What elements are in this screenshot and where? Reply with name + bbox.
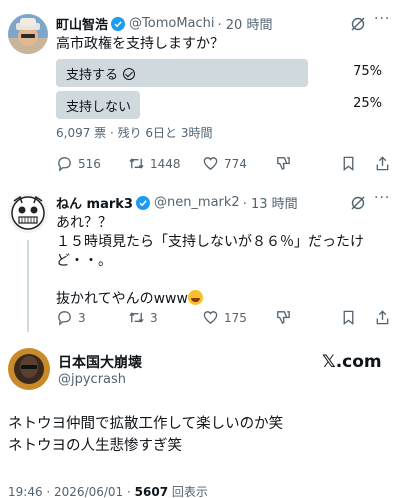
- reply-count: 3: [78, 310, 86, 325]
- action-bar: 3 3 175: [56, 309, 392, 329]
- laughing-emoji-icon: [187, 290, 203, 305]
- bookmark-icon: [343, 310, 354, 325]
- tweet-nen-mark2[interactable]: ねん mark3 @nen_mark2 · 13 時間 ··· あれ？？ １５時…: [0, 185, 400, 335]
- tweet-text-line: １５時頃見たら「支持しないが８６％」だったけ: [56, 234, 364, 250]
- tweet-text-line: ど・・。: [56, 253, 112, 269]
- verified-badge-icon: [135, 195, 150, 210]
- repost-count: 1448: [150, 156, 181, 171]
- poll-option-support: 支持する 75%: [56, 59, 386, 87]
- more-options-icon[interactable]: ···: [374, 11, 390, 27]
- share-icon: [376, 310, 389, 325]
- verified-badge-icon: [111, 16, 126, 31]
- tweet-text: 高市政権を支持しますか？: [56, 36, 224, 52]
- tweet-text-line: あれ？？: [56, 215, 112, 231]
- post-time[interactable]: · 13 時間: [243, 193, 298, 212]
- bookmark-button[interactable]: [340, 155, 362, 172]
- author-handle[interactable]: @nen_mark2: [154, 195, 240, 210]
- author-name[interactable]: 町山智浩: [56, 14, 108, 33]
- repost-icon: [129, 312, 144, 323]
- downvote-button[interactable]: [274, 309, 296, 326]
- tweet-text-line: [56, 271, 392, 290]
- reply-button[interactable]: 3: [56, 309, 86, 326]
- thumbs-down-icon: [277, 311, 290, 325]
- poll-option-label: 支持する: [66, 68, 119, 83]
- heart-icon: [203, 311, 218, 324]
- repost-button[interactable]: 1448: [128, 155, 181, 172]
- reply-count: 516: [78, 156, 101, 171]
- share-button[interactable]: [374, 309, 396, 326]
- poll-option-percent: 75%: [353, 64, 382, 79]
- action-bar: 516 1448 774: [56, 155, 392, 175]
- post-time[interactable]: · 20 時間: [218, 14, 273, 33]
- heart-icon: [203, 157, 218, 170]
- post-footer: 19:46 · 2026/06/01 · 5607 回表示: [8, 483, 208, 498]
- tweet-tomomachi[interactable]: 町山智浩 @TomoMachi · 20 時間 ··· 高市政権を支持しますか？…: [0, 0, 400, 185]
- quoted-post[interactable]: 日本国大崩壊 @jpycrash 𝕏.com ネトウヨ仲間で拡散工作して楽しいの…: [0, 340, 400, 498]
- tweet-text-line: 抜かれてやんのwww: [56, 290, 392, 309]
- author-handle[interactable]: @jpycrash: [58, 372, 126, 387]
- quote-text: ネトウヨ仲間で拡散工作して楽しいのか笑 ネトウヨの人生悲惨すぎ笑: [8, 413, 283, 457]
- grok-icon[interactable]: [350, 195, 366, 211]
- share-button[interactable]: [374, 155, 396, 172]
- post-timestamp: 19:46 · 2026/06/01 ·: [8, 485, 135, 498]
- poll-option-percent: 25%: [353, 96, 382, 111]
- repost-count: 3: [150, 310, 158, 325]
- like-count: 175: [224, 310, 247, 325]
- view-count-label: 回表示: [168, 485, 208, 498]
- author-name[interactable]: 日本国大崩壊: [58, 352, 142, 372]
- view-count: 5607: [134, 485, 169, 498]
- poll-option-label: 支持しない: [66, 100, 132, 115]
- grok-icon[interactable]: [350, 16, 366, 32]
- like-button[interactable]: 175: [202, 309, 247, 326]
- bookmark-icon: [343, 156, 354, 171]
- poll-option-oppose: 支持しない 25%: [56, 91, 386, 119]
- author-name[interactable]: ねん mark3: [56, 193, 133, 212]
- like-count: 774: [224, 156, 247, 171]
- reply-icon: [58, 157, 71, 172]
- avatar-tomomachi[interactable]: [8, 14, 48, 54]
- poll-meta: 6,097 票 · 残り 6日と 3時間: [56, 126, 213, 140]
- tweet-text: あれ？？ １５時頃見たら「支持しないが８６％」だったけ ど・・。 抜かれてやんの…: [56, 214, 392, 309]
- tweet-text-line: 抜かれてやんのwww: [56, 291, 188, 307]
- like-button[interactable]: 774: [202, 155, 247, 172]
- bookmark-button[interactable]: [340, 309, 362, 326]
- quote-text-line: ネトウヨの人生悲惨すぎ笑: [8, 438, 182, 454]
- downvote-button[interactable]: [274, 155, 296, 172]
- more-options-icon[interactable]: ···: [374, 190, 390, 206]
- x-logo: 𝕏.com: [322, 352, 382, 372]
- thumbs-down-icon: [277, 157, 290, 171]
- check-circle-icon: [123, 67, 136, 80]
- author-handle[interactable]: @TomoMachi: [129, 16, 214, 31]
- repost-button[interactable]: 3: [128, 309, 158, 326]
- repost-icon: [129, 158, 144, 169]
- share-icon: [376, 156, 389, 171]
- reply-icon: [58, 311, 71, 326]
- avatar-nen-mark2[interactable]: [8, 193, 48, 233]
- avatar-jpycrash[interactable]: [8, 348, 50, 390]
- quote-text-line: ネトウヨ仲間で拡散工作して楽しいのか笑: [8, 416, 284, 432]
- reply-button[interactable]: 516: [56, 155, 101, 172]
